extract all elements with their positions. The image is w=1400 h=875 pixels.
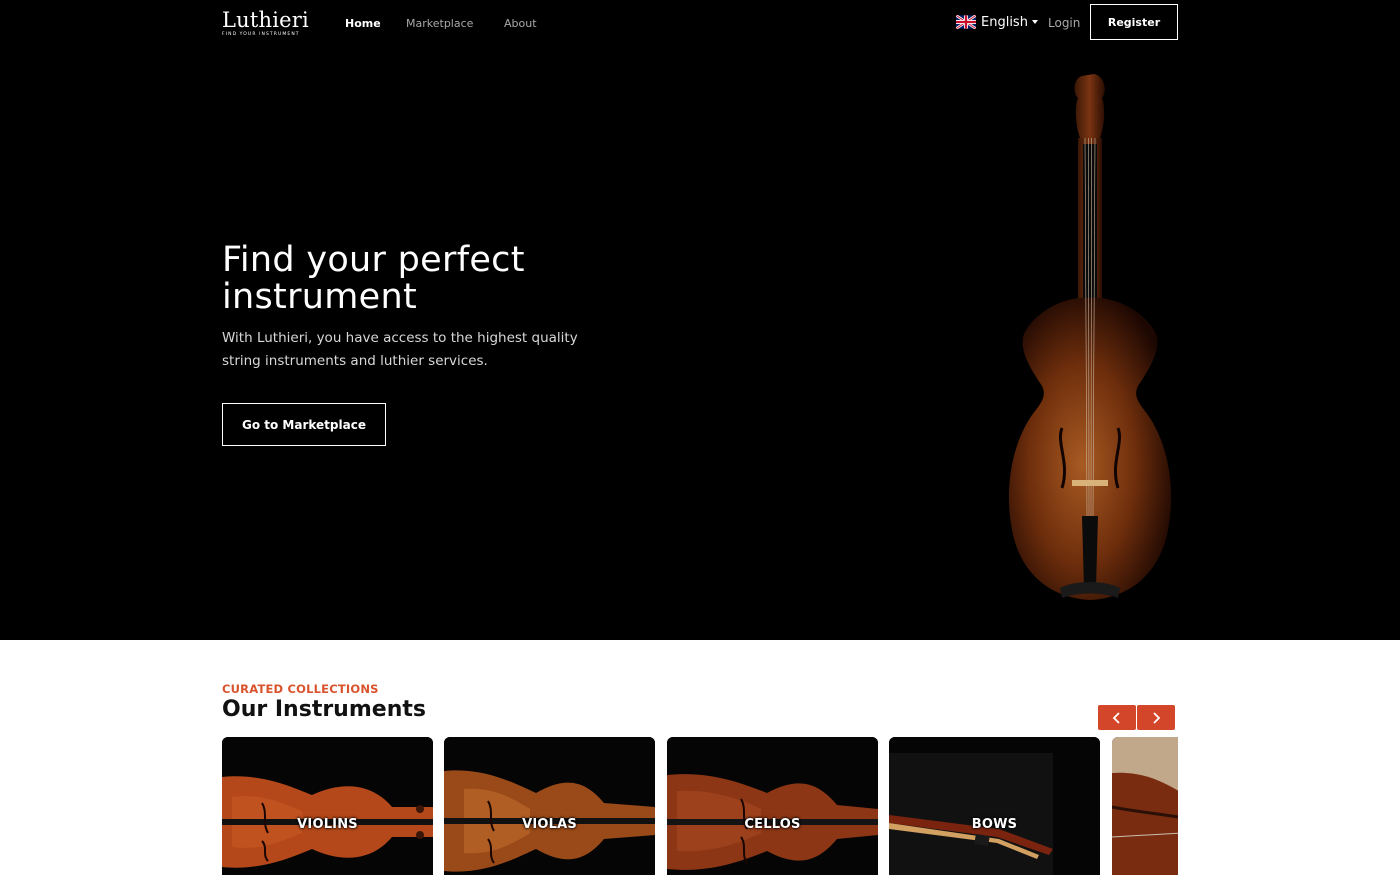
- card-violins[interactable]: VIOLINS: [222, 737, 433, 875]
- site-logo[interactable]: Luthieri FIND YOUR INSTRUMENT: [222, 9, 312, 39]
- caret-down-icon: [1031, 20, 1038, 24]
- card-violas[interactable]: VIOLAS: [444, 737, 655, 875]
- nav-marketplace-link[interactable]: Marketplace: [406, 17, 473, 30]
- nav-home-link[interactable]: Home: [345, 17, 381, 30]
- viola-image: [444, 737, 655, 875]
- language-label: English: [981, 14, 1028, 30]
- cello-image: [667, 737, 878, 875]
- logo-wordmark: Luthieri: [222, 8, 309, 32]
- card-label: VIOLINS: [297, 817, 358, 832]
- instrument-image: [1112, 737, 1178, 875]
- carousel-prev-button[interactable]: [1098, 705, 1136, 730]
- chevron-right-icon: [1153, 711, 1161, 724]
- instruments-section: CURATED COLLECTIONS Our Instruments VIOL…: [0, 640, 1400, 875]
- violin-image: [222, 737, 433, 875]
- logo-tagline: FIND YOUR INSTRUMENT: [222, 32, 300, 37]
- card-instrument-partial[interactable]: [1112, 737, 1178, 875]
- card-label: CELLOS: [744, 817, 801, 832]
- hero-subtitle: With Luthieri, you have access to the hi…: [222, 330, 578, 369]
- section-eyebrow: CURATED COLLECTIONS: [222, 682, 379, 696]
- instrument-carousel: VIOLINS VIOLAS CELLOS BOWS: [222, 737, 1178, 875]
- top-navbar: Luthieri FIND YOUR INSTRUMENT Home Marke…: [0, 0, 1400, 48]
- chevron-left-icon: [1112, 711, 1120, 724]
- nav-about-link[interactable]: About: [504, 17, 537, 30]
- hero-violin-image: [1008, 74, 1172, 600]
- card-cellos[interactable]: CELLOS: [667, 737, 878, 875]
- go-to-marketplace-button[interactable]: Go to Marketplace: [222, 403, 386, 446]
- login-link[interactable]: Login: [1048, 16, 1080, 30]
- hero-title: Find your perfect instrument: [222, 240, 525, 317]
- card-bows[interactable]: BOWS: [889, 737, 1100, 875]
- section-title: Our Instruments: [222, 697, 426, 722]
- card-label: VIOLAS: [522, 817, 577, 832]
- register-button[interactable]: Register: [1090, 4, 1178, 40]
- bow-image: [889, 737, 1100, 875]
- uk-flag-icon: [956, 15, 976, 29]
- language-selector[interactable]: English: [956, 14, 1038, 30]
- carousel-next-button[interactable]: [1137, 705, 1175, 730]
- card-label: BOWS: [971, 817, 1018, 832]
- hero-section: Find your perfect instrument With Luthie…: [0, 48, 1400, 640]
